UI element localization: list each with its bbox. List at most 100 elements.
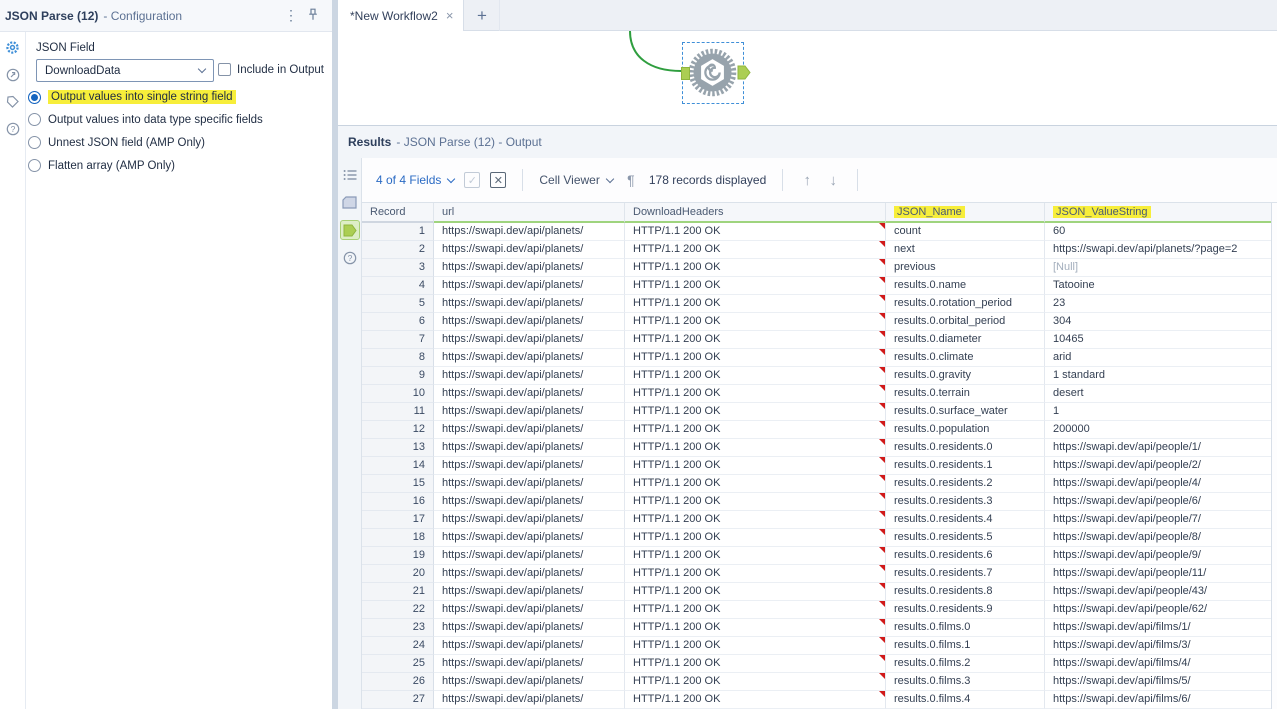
cell-json-name[interactable]: results.0.residents.2	[886, 475, 1045, 493]
cell-url[interactable]: https://swapi.dev/api/planets/	[434, 313, 625, 331]
cell-record[interactable]: 26	[362, 673, 434, 691]
cell-downloadheaders[interactable]: HTTP/1.1 200 OK	[625, 421, 886, 439]
new-tab-button[interactable]: +	[464, 0, 500, 31]
output-anchor-icon[interactable]	[340, 220, 360, 240]
cell-url[interactable]: https://swapi.dev/api/planets/	[434, 475, 625, 493]
cell-viewer-dropdown[interactable]: Cell Viewer	[539, 173, 612, 187]
cell-json-valuestring[interactable]: https://swapi.dev/api/people/7/	[1045, 511, 1271, 529]
cell-json-name[interactable]: results.0.films.0	[886, 619, 1045, 637]
column-header-record[interactable]: Record	[362, 203, 434, 223]
scroll-up-icon[interactable]: ↑	[799, 172, 815, 188]
cell-url[interactable]: https://swapi.dev/api/planets/	[434, 673, 625, 691]
radio-button[interactable]	[28, 113, 41, 126]
table-row[interactable]: 13https://swapi.dev/api/planets/HTTP/1.1…	[362, 439, 1271, 457]
cell-record[interactable]: 19	[362, 547, 434, 565]
cell-json-name[interactable]: results.0.rotation_period	[886, 295, 1045, 313]
cell-downloadheaders[interactable]: HTTP/1.1 200 OK	[625, 385, 886, 403]
table-row[interactable]: 21https://swapi.dev/api/planets/HTTP/1.1…	[362, 583, 1271, 601]
cell-json-valuestring[interactable]: https://swapi.dev/api/people/43/	[1045, 583, 1271, 601]
cell-url[interactable]: https://swapi.dev/api/planets/	[434, 331, 625, 349]
cell-record[interactable]: 24	[362, 637, 434, 655]
cell-json-name[interactable]: results.0.surface_water	[886, 403, 1045, 421]
kebab-menu-icon[interactable]: ⋮	[280, 7, 302, 24]
cell-json-valuestring[interactable]: 304	[1045, 313, 1271, 331]
column-header-downloadheaders[interactable]: DownloadHeaders	[625, 203, 886, 223]
table-row[interactable]: 2https://swapi.dev/api/planets/HTTP/1.1 …	[362, 241, 1271, 259]
table-row[interactable]: 7https://swapi.dev/api/planets/HTTP/1.1 …	[362, 331, 1271, 349]
cell-url[interactable]: https://swapi.dev/api/planets/	[434, 547, 625, 565]
cell-url[interactable]: https://swapi.dev/api/planets/	[434, 601, 625, 619]
input-anchor[interactable]	[681, 67, 690, 80]
radio-data-type-fields[interactable]: Output values into data type specific fi…	[28, 113, 263, 126]
cell-json-valuestring[interactable]: https://swapi.dev/api/films/1/	[1045, 619, 1271, 637]
help-icon[interactable]: ?	[341, 249, 359, 267]
cell-json-name[interactable]: results.0.orbital_period	[886, 313, 1045, 331]
cell-json-valuestring[interactable]: https://swapi.dev/api/films/3/	[1045, 637, 1271, 655]
cell-downloadheaders[interactable]: HTTP/1.1 200 OK	[625, 457, 886, 475]
cell-downloadheaders[interactable]: HTTP/1.1 200 OK	[625, 529, 886, 547]
cell-downloadheaders[interactable]: HTTP/1.1 200 OK	[625, 349, 886, 367]
cell-json-valuestring[interactable]: https://swapi.dev/api/films/4/	[1045, 655, 1271, 673]
json-parse-tool-node[interactable]	[682, 42, 744, 104]
cell-record[interactable]: 10	[362, 385, 434, 403]
table-row[interactable]: 27https://swapi.dev/api/planets/HTTP/1.1…	[362, 691, 1271, 709]
cell-url[interactable]: https://swapi.dev/api/planets/	[434, 619, 625, 637]
cell-json-valuestring[interactable]: arid	[1045, 349, 1271, 367]
cell-url[interactable]: https://swapi.dev/api/planets/	[434, 421, 625, 439]
cell-json-name[interactable]: results.0.diameter	[886, 331, 1045, 349]
select-all-fields-icon[interactable]: ✓	[464, 172, 480, 188]
table-row[interactable]: 5https://swapi.dev/api/planets/HTTP/1.1 …	[362, 295, 1271, 313]
show-whitespace-icon[interactable]: ¶	[623, 172, 639, 188]
include-in-output-checkbox[interactable]: Include in Output	[218, 63, 324, 76]
table-row[interactable]: 26https://swapi.dev/api/planets/HTTP/1.1…	[362, 673, 1271, 691]
cell-json-valuestring[interactable]: https://swapi.dev/api/people/4/	[1045, 475, 1271, 493]
table-row[interactable]: 9https://swapi.dev/api/planets/HTTP/1.1 …	[362, 367, 1271, 385]
configuration-gear-icon[interactable]	[5, 40, 20, 55]
cell-json-name[interactable]: results.0.terrain	[886, 385, 1045, 403]
radio-single-string-field[interactable]: Output values into single string field	[28, 90, 236, 104]
cell-json-name[interactable]: count	[886, 223, 1045, 241]
cell-url[interactable]: https://swapi.dev/api/planets/	[434, 583, 625, 601]
table-row[interactable]: 25https://swapi.dev/api/planets/HTTP/1.1…	[362, 655, 1271, 673]
cell-url[interactable]: https://swapi.dev/api/planets/	[434, 259, 625, 277]
cell-downloadheaders[interactable]: HTTP/1.1 200 OK	[625, 565, 886, 583]
cell-json-valuestring[interactable]: https://swapi.dev/api/people/8/	[1045, 529, 1271, 547]
cell-record[interactable]: 21	[362, 583, 434, 601]
cell-json-valuestring[interactable]: https://swapi.dev/api/films/6/	[1045, 691, 1271, 709]
cell-record[interactable]: 22	[362, 601, 434, 619]
cell-json-name[interactable]: results.0.climate	[886, 349, 1045, 367]
cell-json-valuestring[interactable]: https://swapi.dev/api/people/62/	[1045, 601, 1271, 619]
cell-json-name[interactable]: results.0.films.3	[886, 673, 1045, 691]
cell-downloadheaders[interactable]: HTTP/1.1 200 OK	[625, 673, 886, 691]
cell-json-name[interactable]: results.0.name	[886, 277, 1045, 295]
scroll-down-icon[interactable]: ↓	[825, 172, 841, 188]
cell-json-valuestring[interactable]: 1	[1045, 403, 1271, 421]
cell-downloadheaders[interactable]: HTTP/1.1 200 OK	[625, 241, 886, 259]
table-row[interactable]: 1https://swapi.dev/api/planets/HTTP/1.1 …	[362, 223, 1271, 241]
cell-url[interactable]: https://swapi.dev/api/planets/	[434, 385, 625, 403]
cell-record[interactable]: 18	[362, 529, 434, 547]
cell-json-valuestring[interactable]: [Null]	[1045, 259, 1271, 277]
cell-record[interactable]: 12	[362, 421, 434, 439]
cell-downloadheaders[interactable]: HTTP/1.1 200 OK	[625, 583, 886, 601]
cell-json-valuestring[interactable]: https://swapi.dev/api/planets/?page=2	[1045, 241, 1271, 259]
table-row[interactable]: 8https://swapi.dev/api/planets/HTTP/1.1 …	[362, 349, 1271, 367]
radio-button[interactable]	[28, 136, 41, 149]
cell-json-valuestring[interactable]: https://swapi.dev/api/people/9/	[1045, 547, 1271, 565]
cell-json-valuestring[interactable]: desert	[1045, 385, 1271, 403]
cell-downloadheaders[interactable]: HTTP/1.1 200 OK	[625, 367, 886, 385]
cell-json-valuestring[interactable]: Tatooine	[1045, 277, 1271, 295]
cell-json-valuestring[interactable]: 10465	[1045, 331, 1271, 349]
cell-json-name[interactable]: results.0.population	[886, 421, 1045, 439]
cell-json-valuestring[interactable]: https://swapi.dev/api/people/6/	[1045, 493, 1271, 511]
cell-downloadheaders[interactable]: HTTP/1.1 200 OK	[625, 403, 886, 421]
cell-downloadheaders[interactable]: HTTP/1.1 200 OK	[625, 547, 886, 565]
table-row[interactable]: 10https://swapi.dev/api/planets/HTTP/1.1…	[362, 385, 1271, 403]
cell-record[interactable]: 9	[362, 367, 434, 385]
help-icon[interactable]: ?	[5, 121, 20, 136]
column-header-json-name[interactable]: JSON_Name	[886, 203, 1045, 223]
cell-record[interactable]: 3	[362, 259, 434, 277]
table-row[interactable]: 3https://swapi.dev/api/planets/HTTP/1.1 …	[362, 259, 1271, 277]
cell-downloadheaders[interactable]: HTTP/1.1 200 OK	[625, 493, 886, 511]
cell-json-valuestring[interactable]: https://swapi.dev/api/films/5/	[1045, 673, 1271, 691]
